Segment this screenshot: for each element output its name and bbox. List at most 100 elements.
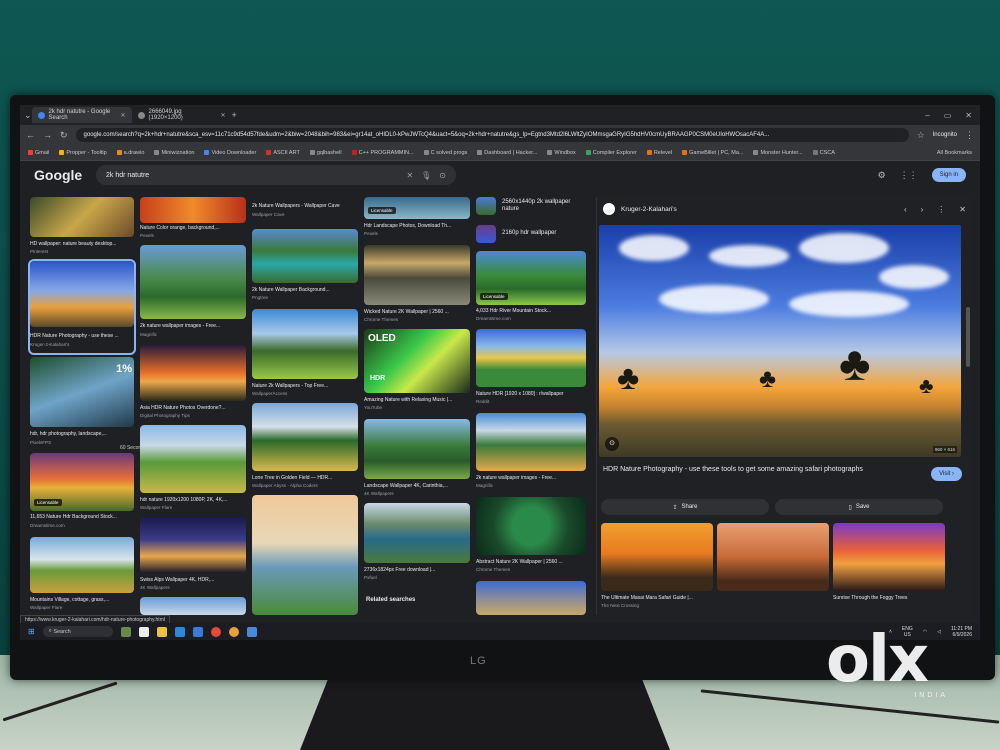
- result-tile[interactable]: Wicked Nature 2K Wallpaper | 2560 ... Ch…: [364, 245, 470, 325]
- menu-icon[interactable]: ⋮: [965, 130, 974, 141]
- result-tile[interactable]: 2736x1824px Free download |... Pxfuel: [364, 503, 470, 583]
- bookmark-item[interactable]: C solved progs: [423, 150, 467, 156]
- tab-image[interactable]: 2666049.jpg (1920×1200) ✕: [132, 107, 232, 123]
- app-icon[interactable]: [246, 626, 257, 637]
- save-button[interactable]: ▯ Save: [775, 499, 943, 515]
- result-tile[interactable]: 2k nature wallpaper images - Free... Mag…: [476, 413, 586, 493]
- bookmark-item[interactable]: CSCA: [812, 150, 835, 156]
- minimize-icon[interactable]: –: [925, 111, 929, 120]
- close-tab-icon[interactable]: ✕: [221, 112, 226, 119]
- result-tile[interactable]: Landscape Wallpaper 4K, Carinthia,... 4K…: [364, 419, 470, 499]
- panel-scrollbar[interactable]: [966, 307, 970, 367]
- bookmark-item[interactable]: ASCII ART: [266, 150, 300, 156]
- result-tile[interactable]: 2k Nature Wallpaper Background... Pngtre…: [252, 229, 358, 305]
- incognito-badge[interactable]: Incognito: [933, 132, 957, 138]
- clear-icon[interactable]: ✕: [406, 171, 413, 180]
- result-tile[interactable]: Nature 2k Wallpapers - Top Free... Wallp…: [252, 309, 358, 399]
- bookmark-item[interactable]: Propper - Tooltip: [59, 150, 107, 156]
- result-tile[interactable]: hdr nature 1920x1200 1080P, 2K, 4K,... W…: [140, 425, 246, 513]
- result-tile[interactable]: 1% hdr, hdr photography, landscape,... P…: [30, 357, 134, 449]
- result-tile[interactable]: Lone Tree in Golden Field — HDR... Wallp…: [252, 403, 358, 491]
- more-options-icon[interactable]: ⋮: [937, 205, 945, 214]
- bookmark-item[interactable]: Miniwiznation: [154, 150, 194, 156]
- related-search-chip[interactable]: 2160p hdr wallpaper: [476, 225, 586, 247]
- result-source: Magnific: [476, 483, 494, 488]
- store-icon[interactable]: [192, 626, 203, 637]
- next-icon[interactable]: ›: [921, 205, 924, 214]
- result-title: 2k nature wallpaper images - Free...: [476, 475, 557, 481]
- result-source: Wallpaper Flare: [30, 605, 63, 610]
- maximize-icon[interactable]: ▭: [944, 111, 952, 120]
- related-image-tile[interactable]: The Ultimate Masai Mara Safari Guide |..…: [601, 523, 713, 615]
- bookmark-item[interactable]: Compiler Explorer: [585, 150, 637, 156]
- back-icon[interactable]: ←: [26, 130, 35, 140]
- bookmark-item[interactable]: C++ PROGRAMMIN...: [351, 150, 414, 156]
- star-icon[interactable]: ☆: [917, 130, 925, 141]
- preview-site-name[interactable]: Kruger-2-Kalahari's: [621, 206, 677, 213]
- bookmark-item[interactable]: a.drawio: [116, 150, 144, 156]
- close-icon[interactable]: ✕: [959, 205, 966, 214]
- bookmark-item[interactable]: gqlbashell: [309, 150, 342, 156]
- settings-icon[interactable]: ⚙: [878, 170, 886, 181]
- taskbar-search[interactable]: ⌕ Search: [42, 626, 113, 637]
- search-box[interactable]: 2k hdr natutre ✕ 🎙 ⊙: [96, 165, 456, 185]
- visit-button[interactable]: Visit ›: [931, 467, 962, 481]
- result-tile[interactable]: Nature HDR [1920 x 1080] : r/wallpaper R…: [476, 329, 586, 409]
- forward-icon[interactable]: →: [43, 130, 52, 140]
- bookmark-item[interactable]: Windbox: [547, 150, 576, 156]
- preview-image[interactable]: ♣ ♣ ♣ ♣ ⊙ 960 × 616: [599, 225, 961, 457]
- file-explorer-icon[interactable]: [156, 626, 167, 637]
- result-tile[interactable]: Nature Color orange, background,... Pexe…: [140, 197, 246, 241]
- result-tile[interactable]: OLED HDR Amazing Nature with Relaxing Mu…: [364, 329, 470, 415]
- bookmark-item[interactable]: Video Downloader: [204, 150, 256, 156]
- bookmark-item[interactable]: GameBillet | PC, Ma...: [682, 150, 743, 156]
- result-tile[interactable]: Abstract Nature 2K Wallpaper | 2560 ... …: [476, 497, 586, 577]
- result-tile[interactable]: Asia HDR Nature Photos Overdone?... Digi…: [140, 345, 246, 421]
- preview-title[interactable]: HDR Nature Photography - use these tools…: [603, 465, 893, 475]
- result-tile[interactable]: Licensable 11,653 Nature Hdr Background …: [30, 453, 134, 533]
- bookmark-item[interactable]: Dashboard | Hacker...: [477, 150, 537, 156]
- google-logo[interactable]: Google: [34, 167, 82, 183]
- search-query[interactable]: 2k hdr natutre: [106, 172, 398, 179]
- result-tile[interactable]: HD wallpaper: nature beauty desktop... P…: [30, 197, 134, 257]
- related-image-tile[interactable]: Sunrise Through the Foggy Trees: [833, 523, 945, 615]
- widgets-icon[interactable]: [120, 626, 131, 637]
- share-button[interactable]: ⇪ Share: [601, 499, 769, 515]
- result-tile[interactable]: Licensable 4,033 Hdr River Mountain Stoc…: [476, 251, 586, 325]
- acacia-tree: ♣: [919, 373, 934, 398]
- windows-start-icon[interactable]: ⊞: [28, 627, 35, 636]
- chrome-incognito-icon[interactable]: [228, 626, 239, 637]
- new-tab-icon[interactable]: +: [232, 110, 237, 120]
- result-tile[interactable]: 2k Nature Wallpapers - Wallpaper Cave Wa…: [252, 197, 358, 225]
- close-tab-icon[interactable]: ✕: [121, 112, 126, 119]
- related-search-chip[interactable]: 2560x1440p 2k wallpaper nature: [476, 197, 586, 221]
- apps-grid-icon[interactable]: ⋮⋮: [900, 170, 918, 181]
- bookmark-item[interactable]: Gmail: [28, 150, 49, 156]
- result-tile[interactable]: Mountains Village, cottage, grass,... Wa…: [30, 537, 134, 613]
- sign-in-button[interactable]: Sign in: [931, 168, 966, 182]
- result-tile[interactable]: [252, 495, 358, 615]
- reload-icon[interactable]: ↻: [60, 130, 68, 141]
- result-image: [30, 537, 134, 593]
- microphone-icon[interactable]: 🎙: [421, 171, 431, 180]
- bookmark-item[interactable]: Monster Hunter...: [753, 150, 803, 156]
- lens-icon[interactable]: ⊙: [439, 171, 446, 180]
- result-tile-selected[interactable]: HDR Nature Photography - use these ... K…: [28, 259, 136, 355]
- all-bookmarks-link[interactable]: All Bookmarks: [937, 150, 972, 156]
- result-tile[interactable]: [476, 581, 586, 615]
- related-image-tile[interactable]: [717, 523, 829, 615]
- tab-search-icon[interactable]: ⌄: [24, 110, 32, 121]
- bookmark-item[interactable]: Relevel: [646, 150, 672, 156]
- close-window-icon[interactable]: ✕: [965, 111, 972, 120]
- lens-search-icon[interactable]: ⊙: [605, 437, 619, 451]
- url-field[interactable]: google.com/search?q=2k+hdr+natutre&sca_e…: [75, 128, 909, 142]
- result-tile[interactable]: Swiss Alps Wallpaper 4K, HDR,... 4K Wall…: [140, 517, 246, 593]
- previous-icon[interactable]: ‹: [904, 205, 907, 214]
- task-view-icon[interactable]: [138, 626, 149, 637]
- tab-google-search[interactable]: 2k hdr natutre - Google Search ✕: [31, 107, 132, 123]
- chrome-icon[interactable]: [210, 626, 221, 637]
- result-tile[interactable]: [140, 597, 246, 615]
- edge-icon[interactable]: [174, 626, 185, 637]
- result-tile[interactable]: Licensable Hdr Landscape Photos, Downloa…: [364, 197, 470, 241]
- result-tile[interactable]: 2k nature wallpaper images - Free... Mag…: [140, 245, 246, 341]
